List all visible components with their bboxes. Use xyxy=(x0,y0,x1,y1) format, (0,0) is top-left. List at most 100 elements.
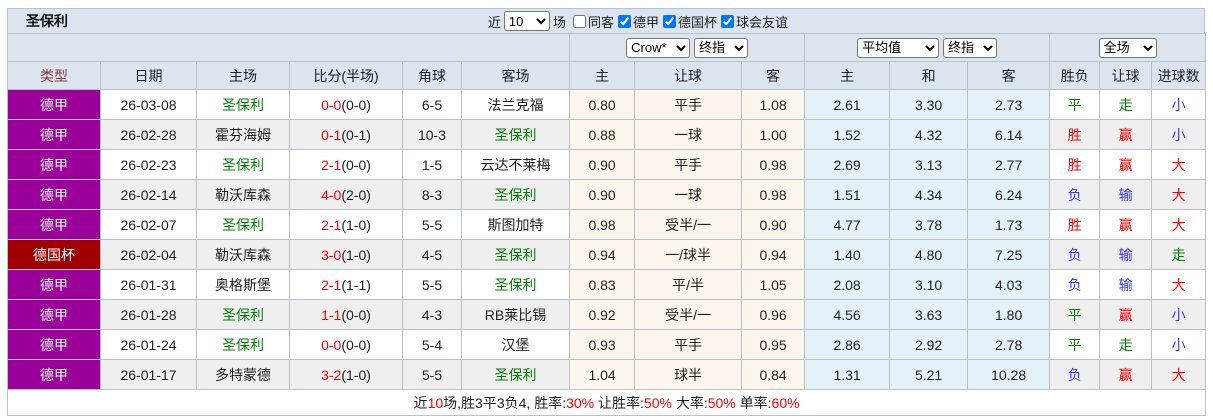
avg-draw-cell: 4.32 xyxy=(889,119,969,150)
avg-draw-cell: 5.21 xyxy=(889,359,969,390)
odds-away-cell: 0.90 xyxy=(741,209,806,240)
table-row: 德甲 26-02-14 勒沃库森 4-0(2-0) 8-3 圣保利 0.90 一… xyxy=(7,179,1207,210)
halftime-score: (0-0) xyxy=(341,96,371,113)
home-team-cell: 勒沃库森 xyxy=(196,239,290,270)
filter-german-cup-checkbox[interactable] xyxy=(662,14,676,28)
goals-result-cell: 大 xyxy=(1151,179,1207,210)
corner-cell: 5-4 xyxy=(402,329,462,360)
avg-draw-cell: 3.10 xyxy=(889,269,969,300)
score-cell: 0-0(0-0) xyxy=(289,329,403,360)
halftime-score: (0-0) xyxy=(341,306,371,323)
avg-home-cell: 4.77 xyxy=(804,209,891,240)
score-cell: 1-1(0-0) xyxy=(289,299,403,330)
average-final-select[interactable]: 终指 xyxy=(943,37,998,58)
table-row: 德甲 26-02-07 圣保利 2-1(1-0) 5-5 斯图加特 0.98 受… xyxy=(7,209,1207,240)
result-cell: 负 xyxy=(1049,269,1101,300)
column-header-row: 类型 日期 主场 比分(半场) 角球 客场 主 让球 客 主 和 客 胜负 让球… xyxy=(7,61,1207,90)
score-cell: 2-1(1-1) xyxy=(289,269,403,300)
filter-bundesliga-checkbox[interactable] xyxy=(617,14,631,28)
date-cell: 26-01-17 xyxy=(100,359,197,390)
odds-away-cell: 0.84 xyxy=(741,359,806,390)
odds-select-group: Crow* 终指 xyxy=(569,33,806,62)
goals-result-cell: 走 xyxy=(1151,239,1207,270)
result-cell: 平 xyxy=(1049,299,1101,330)
goals-result-cell: 大 xyxy=(1151,149,1207,180)
summary-footer: 近10场,胜3平3负4, 胜率:30% 让胜率:50% 大率:50% 单率:60… xyxy=(6,389,1207,416)
avg-draw-cell: 3.78 xyxy=(889,209,969,240)
filter-same-away-checkbox[interactable] xyxy=(572,14,586,28)
avg-draw-cell: 3.30 xyxy=(889,89,969,120)
odds-away-cell: 1.00 xyxy=(741,119,806,150)
avg-away-cell: 6.14 xyxy=(967,119,1051,150)
result-cell: 负 xyxy=(1049,239,1101,270)
fulltime-score: 3-0 xyxy=(321,246,342,263)
titlebar: 圣保利 近 10 场 同客 德甲 德国杯 球会友谊 xyxy=(7,8,1205,33)
date-cell: 26-01-31 xyxy=(100,269,197,300)
away-team-cell: 圣保利 xyxy=(460,179,571,210)
summary-segment: 单率: xyxy=(735,394,772,411)
odds-home-cell: 1.04 xyxy=(569,359,636,390)
goals-result-cell: 小 xyxy=(1151,299,1207,330)
odds-home-cell: 0.90 xyxy=(569,179,636,210)
filter-club-friendly-checkbox[interactable] xyxy=(720,14,734,28)
avg-home-cell: 2.86 xyxy=(804,329,891,360)
odds-home-cell: 0.93 xyxy=(569,329,636,360)
score-cell: 0-0(0-0) xyxy=(289,89,403,120)
col-away: 客场 xyxy=(460,61,571,90)
avg-away-cell: 2.78 xyxy=(967,329,1051,360)
avg-away-cell: 2.73 xyxy=(967,89,1051,120)
scope-select[interactable]: 全场 xyxy=(1098,37,1157,58)
odds-company-select[interactable]: Crow* xyxy=(626,37,691,58)
odds-handicap-cell: 受半/一 xyxy=(634,299,743,330)
avg-away-cell: 6.24 xyxy=(967,179,1051,210)
filter-same-away[interactable]: 同客 xyxy=(569,12,614,31)
league-badge: 德甲 xyxy=(7,329,101,360)
away-team-cell: 圣保利 xyxy=(460,239,571,270)
odds-handicap-cell: 球半 xyxy=(634,359,743,390)
summary-segment: 60% xyxy=(771,394,800,411)
table-row: 德甲 26-01-24 圣保利 0-0(0-0) 5-4 汉堡 0.93 平手 … xyxy=(7,329,1207,360)
fulltime-score: 1-1 xyxy=(321,306,342,323)
league-badge: 德甲 xyxy=(7,89,101,120)
away-team-cell: 圣保利 xyxy=(460,269,571,300)
table-row: 德甲 26-01-31 奥格斯堡 2-1(1-1) 5-5 圣保利 0.83 平… xyxy=(7,269,1207,300)
league-badge: 德甲 xyxy=(7,269,101,300)
filter-bundesliga[interactable]: 德甲 xyxy=(614,12,659,31)
corner-cell: 4-5 xyxy=(402,239,462,270)
avg-away-cell: 7.25 xyxy=(967,239,1051,270)
avg-away-cell: 10.28 xyxy=(967,359,1051,390)
date-cell: 26-01-24 xyxy=(100,329,197,360)
home-team-cell: 圣保利 xyxy=(196,89,290,120)
odds-handicap-cell: 平/半 xyxy=(634,269,743,300)
odds-handicap-cell: 一球 xyxy=(634,179,743,210)
avg-draw-cell: 2.92 xyxy=(889,329,969,360)
summary-segment: 场,胜3平3负4, 胜率: xyxy=(443,394,567,411)
goals-result-cell: 大 xyxy=(1151,209,1207,240)
odds-handicap-cell: 受半/一 xyxy=(634,209,743,240)
avg-draw-cell: 3.13 xyxy=(889,149,969,180)
handicap-result-cell: 走 xyxy=(1099,89,1153,120)
filter-german-cup[interactable]: 德国杯 xyxy=(659,12,717,31)
filter-club-friendly[interactable]: 球会友谊 xyxy=(717,12,788,31)
table-row: 德甲 26-03-08 圣保利 0-0(0-0) 6-5 法兰克福 0.80 平… xyxy=(7,89,1207,120)
avg-home-cell: 1.51 xyxy=(804,179,891,210)
col-avg-draw: 和 xyxy=(889,61,969,90)
date-cell: 26-03-08 xyxy=(100,89,197,120)
result-cell: 负 xyxy=(1049,359,1101,390)
avg-home-cell: 2.69 xyxy=(804,149,891,180)
handicap-result-cell: 赢 xyxy=(1099,209,1153,240)
home-team-cell: 奥格斯堡 xyxy=(196,269,290,300)
date-cell: 26-02-07 xyxy=(100,209,197,240)
filter-controls: 近 10 场 同客 德甲 德国杯 球会友谊 xyxy=(488,11,788,31)
odds-handicap-cell: 平手 xyxy=(634,89,743,120)
average-select[interactable]: 平均值 xyxy=(857,37,940,58)
corner-cell: 5-5 xyxy=(402,269,462,300)
odds-final-select[interactable]: 终指 xyxy=(694,37,749,58)
odds-away-cell: 0.96 xyxy=(741,299,806,330)
odds-away-cell: 0.95 xyxy=(741,329,806,360)
recent-count-select[interactable]: 10 xyxy=(503,11,550,31)
away-team-cell: 云达不莱梅 xyxy=(460,149,571,180)
odds-away-cell: 0.94 xyxy=(741,239,806,270)
corner-cell: 1-5 xyxy=(402,149,462,180)
away-team-cell: 汉堡 xyxy=(460,329,571,360)
